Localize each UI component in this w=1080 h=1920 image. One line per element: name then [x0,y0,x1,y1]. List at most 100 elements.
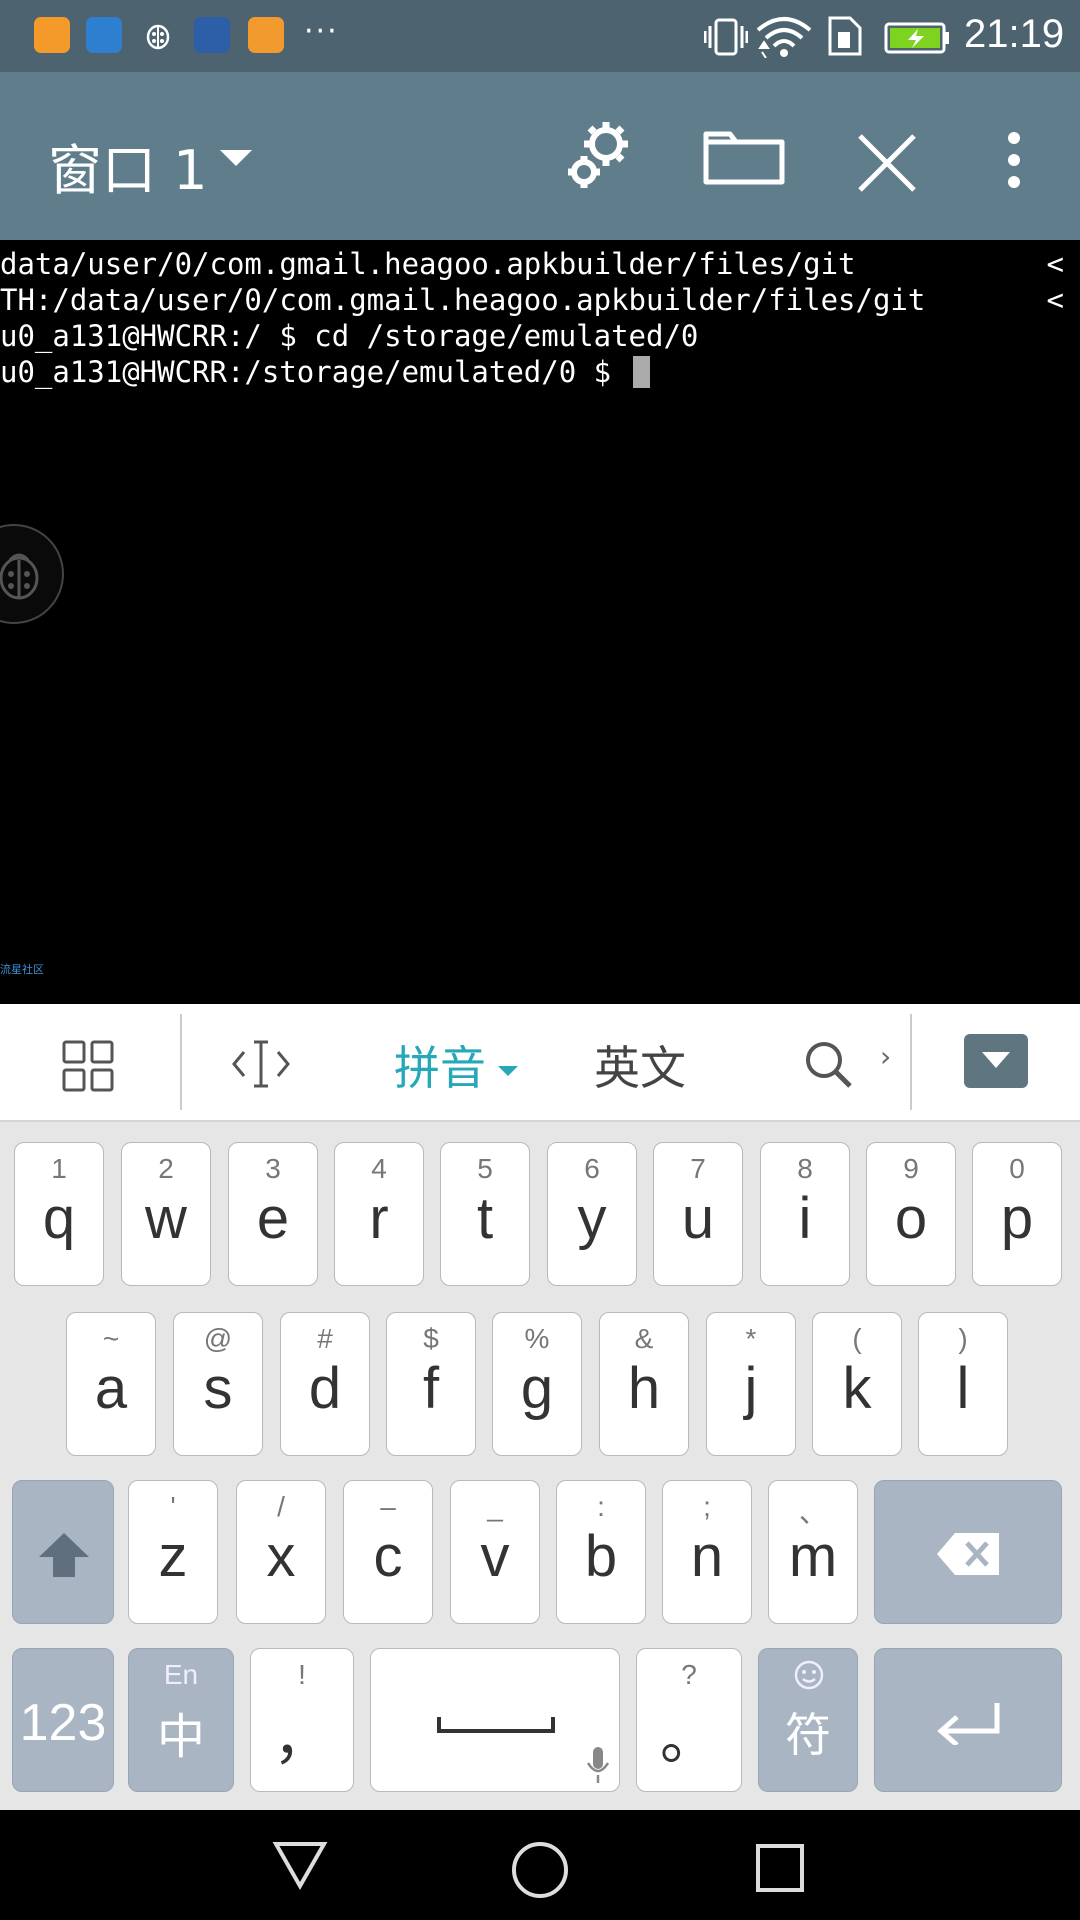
key-label: ， [272,1706,331,1771]
key-w[interactable]: 2w [121,1142,211,1286]
key-t[interactable]: 5t [440,1142,530,1286]
keyboard: 1q 2w 3e 4r 5t 6y 7u 8i 9o 0p ~ a @ s # d $… [0,1122,1080,1810]
shift-arrow-icon [39,1533,89,1577]
key-label: a [94,1356,128,1421]
pinyin-dropdown-icon[interactable] [498,1066,518,1076]
key-alt-label: & [634,1323,654,1354]
key-n[interactable]: ; n [662,1480,752,1624]
key-label: 。 [659,1706,718,1771]
key-d[interactable]: # d [280,1312,370,1456]
key-label: v [480,1524,510,1589]
key-x[interactable]: / x [236,1480,326,1624]
key-alt-label: / [277,1491,285,1522]
key-alt-label: 8 [797,1153,813,1184]
window-selector[interactable]: 窗口 1 [48,126,208,205]
recents-icon[interactable] [754,1842,806,1894]
home-icon[interactable] [510,1840,570,1900]
key-h[interactable]: & h [599,1312,689,1456]
toolbar-more-chevron-icon[interactable]: › [880,1040,891,1073]
pinyin-mode-tab[interactable]: 拼音 [394,1032,486,1098]
key-label: r [369,1186,389,1251]
close-icon[interactable] [856,132,918,194]
key-alt-label: * [745,1323,757,1354]
floating-debug-button[interactable] [0,524,64,624]
terminal-line: data/user/0/com.gmail.heagoo.apkbuilder/… [0,247,856,281]
key-j[interactable]: * j [706,1312,796,1456]
key-b[interactable]: :b [556,1480,646,1624]
key-s[interactable]: @ s [173,1312,263,1456]
key-c[interactable]: – c [343,1480,433,1624]
key-alt-label: @ [203,1323,233,1354]
key-label: z [158,1524,188,1589]
key-alt-label: 2 [158,1153,174,1184]
cursor-move-icon[interactable] [230,1038,292,1090]
symbols-key[interactable]: 符 [758,1648,858,1792]
key-label: w [145,1186,187,1251]
key-u[interactable]: 7u [653,1142,743,1286]
key-f[interactable]: $ f [386,1312,476,1456]
language-switch-key[interactable]: En 中 [128,1648,234,1792]
space-key[interactable] [370,1648,620,1792]
backspace-key[interactable] [874,1480,1062,1624]
watermark-text: 流星社区 [0,963,44,976]
folder-icon[interactable] [702,126,786,186]
microphone-icon[interactable] [585,1745,611,1785]
key-label: l [956,1356,970,1421]
key-label: b [584,1524,618,1589]
truncation-marker: < [1046,247,1064,281]
settings-icon[interactable] [564,118,636,194]
health-app-icon [248,17,284,53]
key-alt-label: 4 [371,1153,387,1184]
key-label: g [520,1356,554,1421]
key-m[interactable]: 、 m [768,1480,858,1624]
space-bar-icon [437,1717,555,1733]
key-alt-label: – [380,1491,396,1522]
key-o[interactable]: 9o [866,1142,956,1286]
shift-key[interactable] [12,1480,114,1624]
key-q[interactable]: 1q [14,1142,104,1286]
grid-menu-icon[interactable] [62,1040,114,1092]
key-alt-label: 5 [477,1153,493,1184]
english-mode-tab[interactable]: 英文 [594,1032,686,1098]
key-label: t [476,1186,494,1251]
key-label: y [577,1186,607,1251]
period-key[interactable]: ?。 [636,1648,742,1792]
back-icon[interactable] [272,1840,328,1890]
search-icon[interactable] [804,1040,854,1090]
terminal-line: TH:/data/user/0/com.gmail.heagoo.apkbuil… [0,283,926,317]
ui-app-icon [194,17,230,53]
dropdown-arrow-icon[interactable] [220,150,252,166]
key-label: 123 [19,1694,107,1752]
key-z[interactable]: ' z [128,1480,218,1624]
overflow-menu-icon[interactable] [1004,132,1024,188]
enter-key[interactable] [874,1648,1062,1792]
key-alt-label: ~ [102,1323,120,1354]
key-i[interactable]: 8i [760,1142,850,1286]
enter-icon [937,1703,1000,1745]
key-g[interactable]: % g [492,1312,582,1456]
comma-key[interactable]: !， [250,1648,354,1792]
key-l[interactable]: ) l [918,1312,1008,1456]
key-y[interactable]: 6y [547,1142,637,1286]
hide-keyboard-button[interactable] [964,1034,1028,1088]
key-label: 符 [785,1709,831,1761]
key-alt-label: ' [170,1491,176,1522]
contacts-icon [86,17,122,53]
terminal-line: u0_a131@HWCRR:/ $ cd /storage/emulated/0 [0,319,699,353]
numbers-key[interactable]: 123 [12,1648,114,1792]
key-alt-label: 1 [51,1153,67,1184]
key-alt-label: 0 [1009,1153,1025,1184]
truncation-marker: < [1046,283,1064,317]
key-r[interactable]: 4r [334,1142,424,1286]
key-label: s [203,1356,233,1421]
key-v[interactable]: _ v [450,1480,540,1624]
terminal-output[interactable]: data/user/0/com.gmail.heagoo.apkbuilder/… [0,240,1080,1004]
key-alt-label: 6 [584,1153,600,1184]
key-e[interactable]: 3e [228,1142,318,1286]
key-p[interactable]: 0p [972,1142,1062,1286]
key-a[interactable]: ~ a [66,1312,156,1456]
key-k[interactable]: (k [812,1312,902,1456]
terminal-prompt-line: u0_a131@HWCRR:/storage/emulated/0 $ [0,354,650,390]
status-bar: ··· 21:19 [0,0,1080,72]
key-label: m [788,1524,838,1589]
